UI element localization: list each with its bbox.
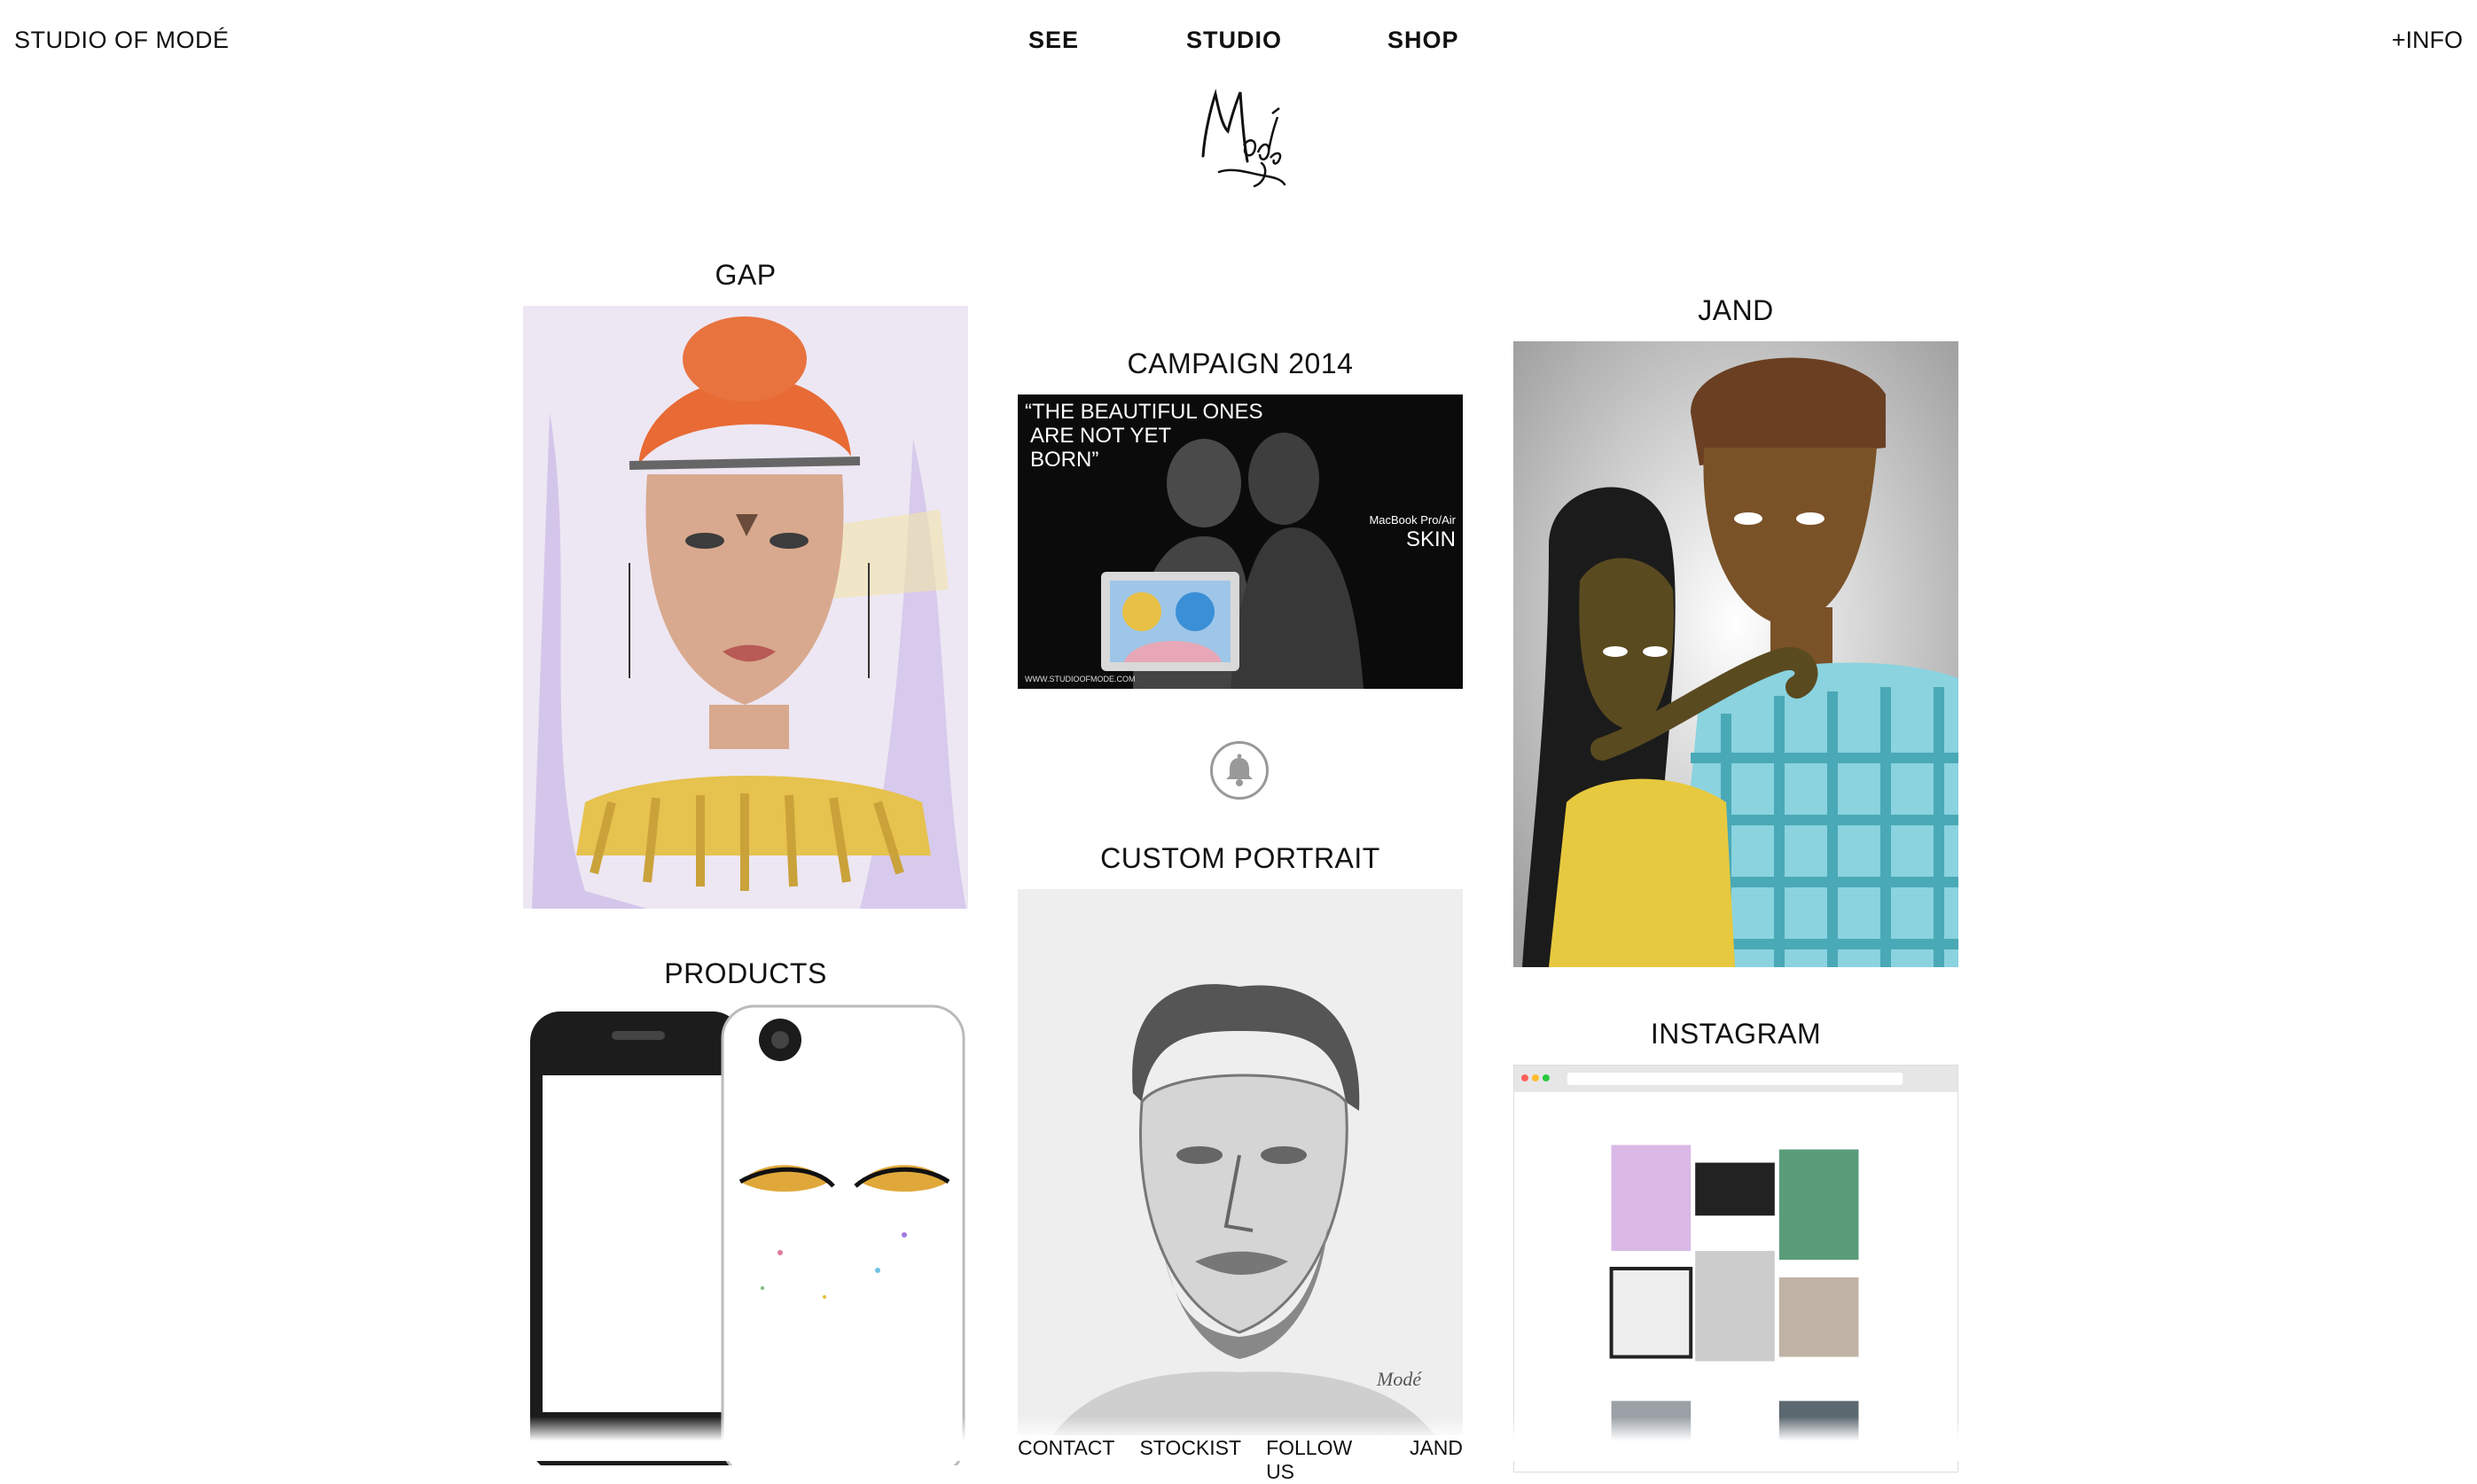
tile-custom-portrait[interactable]: CUSTOM PORTRAIT Modé: [1018, 842, 1463, 1435]
nav-shop[interactable]: SHOP: [1387, 27, 1459, 54]
tile-title-campaign[interactable]: CAMPAIGN 2014: [1018, 348, 1463, 380]
campaign-url: WWW.STUDIOOFMODE.COM: [1025, 675, 1136, 683]
nav-studio[interactable]: STUDIO: [1186, 27, 1282, 54]
tile-jand[interactable]: JAND: [1513, 294, 1958, 967]
footer-stockist-link[interactable]: STOCKIST: [1139, 1436, 1241, 1484]
campaign-device-label: MacBook Pro/Air: [1369, 513, 1456, 527]
brand-name[interactable]: STUDIO OF MODÉ: [14, 27, 230, 54]
campaign-quote-line-1: “THE BEAUTIFUL ONES: [1025, 400, 1263, 424]
footer-nav: CONTACT STOCKIST FOLLOW US JAND: [1018, 1436, 1463, 1484]
tile-campaign-2014[interactable]: CAMPAIGN 2014 “THE BEAUTIFUL ONES ARE NO…: [1018, 348, 1463, 689]
info-link[interactable]: +INFO: [2392, 27, 2463, 54]
campaign-quote-line-3: BORN”: [1030, 448, 1099, 472]
footer-contact-link[interactable]: CONTACT: [1018, 1436, 1114, 1484]
tile-title-custom-portrait[interactable]: CUSTOM PORTRAIT: [1018, 842, 1463, 875]
jand-artwork-image[interactable]: [1513, 341, 1958, 967]
tile-title-instagram[interactable]: INSTAGRAM: [1513, 1018, 1958, 1051]
footer-jand-link[interactable]: JAND: [1410, 1436, 1463, 1484]
campaign-quote-line-2: ARE NOT YET: [1030, 424, 1172, 448]
tile-title-products[interactable]: PRODUCTS: [523, 957, 968, 990]
campaign-product-label: SKIN: [1405, 527, 1456, 551]
tile-instagram[interactable]: INSTAGRAM: [1513, 1018, 1958, 1472]
bell-icon[interactable]: [1210, 741, 1269, 800]
tile-title-gap[interactable]: GAP: [523, 259, 968, 292]
signature-logo[interactable]: [1192, 87, 1290, 193]
campaign-2014-image[interactable]: “THE BEAUTIFUL ONES ARE NOT YET BORN” Ma…: [1018, 394, 1463, 689]
svg-text:Modé: Modé: [1376, 1368, 1422, 1390]
tile-products[interactable]: PRODUCTS: [523, 957, 968, 1465]
instagram-screenshot-image[interactable]: [1513, 1065, 1958, 1472]
tile-gap[interactable]: GAP: [523, 259, 968, 909]
custom-portrait-image[interactable]: Modé: [1018, 889, 1463, 1435]
tile-title-jand[interactable]: JAND: [1513, 294, 1958, 327]
campaign-quote: “THE BEAUTIFUL ONES ARE NOT YET BORN”: [1025, 400, 1262, 472]
gap-artwork-image[interactable]: [523, 306, 968, 909]
products-image[interactable]: [523, 1004, 968, 1465]
footer-follow-us-link[interactable]: FOLLOW US: [1266, 1436, 1385, 1484]
nav-see[interactable]: SEE: [1028, 27, 1079, 54]
